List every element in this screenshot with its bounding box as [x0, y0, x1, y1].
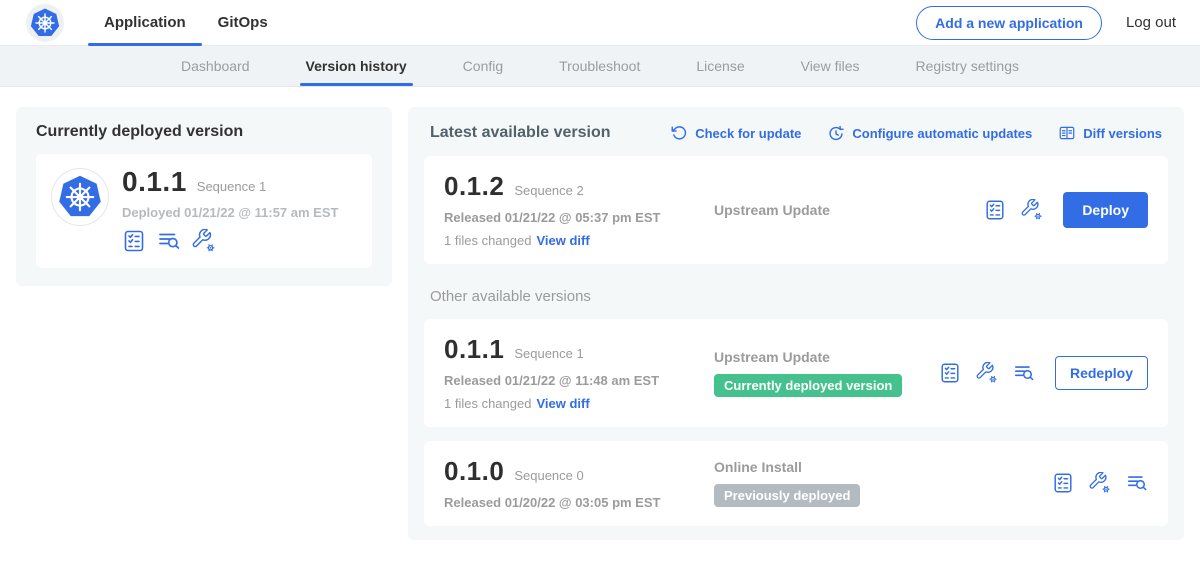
deployed-app-logo	[52, 169, 108, 225]
released-timestamp: Released 01/21/22 @ 05:37 pm EST	[444, 210, 696, 225]
add-application-button[interactable]: Add a new application	[916, 6, 1102, 40]
release-notes-checklist-icon[interactable]	[939, 362, 961, 384]
logout-link[interactable]: Log out	[1126, 14, 1176, 31]
tab-application-label: Application	[104, 14, 186, 31]
subnav-registry-settings[interactable]: Registry settings	[888, 46, 1047, 86]
kubernetes-logo-icon	[28, 6, 62, 40]
version-source-label: Upstream Update	[714, 349, 929, 365]
files-changed-label: 1 files changed	[444, 396, 531, 411]
release-notes-checklist-icon[interactable]	[984, 199, 1006, 221]
version-number: 0.1.1	[444, 335, 504, 365]
currently-deployed-badge: Currently deployed version	[714, 374, 902, 397]
app-subnav: Dashboard Version history Config Trouble…	[0, 46, 1200, 87]
view-files-search-icon[interactable]	[1126, 472, 1148, 494]
version-row-0-1-0: 0.1.0 Sequence 0 Released 01/20/22 @ 03:…	[424, 441, 1168, 526]
release-notes-checklist-icon[interactable]	[1052, 472, 1074, 494]
config-wrench-gear-icon[interactable]	[1021, 199, 1043, 221]
other-versions-title: Other available versions	[430, 288, 1162, 305]
version-number: 0.1.0	[444, 457, 504, 487]
app-logo	[26, 4, 64, 42]
view-diff-link[interactable]: View diff	[536, 396, 589, 411]
deployed-actions	[122, 229, 338, 253]
schedule-update-icon	[827, 124, 845, 142]
diff-versions-link[interactable]: Diff versions	[1058, 124, 1162, 142]
subnav-registry-settings-label: Registry settings	[916, 58, 1019, 74]
latest-version-title: Latest available version	[430, 124, 611, 142]
deployed-timestamp: Deployed 01/21/22 @ 11:57 am EST	[122, 205, 338, 220]
sequence-label: Sequence 1	[514, 346, 583, 361]
view-files-search-icon[interactable]	[157, 229, 181, 253]
subnav-dashboard-label: Dashboard	[181, 58, 250, 74]
deployed-version-card: 0.1.1 Sequence 1 Deployed 01/21/22 @ 11:…	[36, 154, 372, 268]
version-source-label: Upstream Update	[714, 202, 974, 218]
sequence-label: Sequence 0	[514, 468, 583, 483]
configure-automatic-updates-link[interactable]: Configure automatic updates	[827, 124, 1032, 142]
subnav-version-history-label: Version history	[306, 58, 407, 74]
deploy-button[interactable]: Deploy	[1063, 192, 1148, 228]
tab-application[interactable]: Application	[88, 0, 202, 46]
release-notes-checklist-icon[interactable]	[122, 229, 146, 253]
diff-columns-icon	[1058, 124, 1076, 142]
redeploy-button[interactable]: Redeploy	[1055, 356, 1148, 390]
config-wrench-gear-icon[interactable]	[976, 362, 998, 384]
panel-actions: Check for update Configure automatic upd…	[670, 124, 1162, 142]
released-timestamp: Released 01/21/22 @ 11:48 am EST	[444, 373, 696, 388]
currently-deployed-panel: Currently deployed version 0.1.1 Sequenc…	[16, 107, 392, 286]
top-header: Application GitOps Add a new application…	[0, 0, 1200, 46]
header-tabs: Application GitOps	[88, 0, 284, 46]
subnav-license-label: License	[696, 58, 744, 74]
sequence-label: Sequence 2	[514, 183, 583, 198]
subnav-troubleshoot[interactable]: Troubleshoot	[531, 46, 668, 86]
kubernetes-logo-icon	[55, 172, 105, 222]
check-for-update-link[interactable]: Check for update	[670, 124, 801, 142]
currently-deployed-title: Currently deployed version	[36, 123, 372, 141]
subnav-dashboard[interactable]: Dashboard	[153, 46, 278, 86]
subnav-version-history[interactable]: Version history	[278, 46, 435, 86]
subnav-config[interactable]: Config	[435, 46, 531, 86]
tab-gitops-label: GitOps	[218, 14, 268, 31]
config-wrench-gear-icon[interactable]	[192, 229, 216, 253]
main-content: Currently deployed version 0.1.1 Sequenc…	[0, 87, 1200, 560]
subnav-config-label: Config	[463, 58, 503, 74]
diff-versions-label: Diff versions	[1083, 126, 1162, 141]
files-changed-label: 1 files changed	[444, 233, 531, 248]
subnav-view-files-label: View files	[801, 58, 860, 74]
released-timestamp: Released 01/20/22 @ 03:05 pm EST	[444, 495, 696, 510]
version-history-panel: Latest available version Check for updat…	[408, 107, 1184, 540]
version-row-0-1-2: 0.1.2 Sequence 2 Released 01/21/22 @ 05:…	[424, 156, 1168, 264]
latest-version-header: Latest available version Check for updat…	[424, 122, 1168, 142]
subnav-view-files[interactable]: View files	[773, 46, 888, 86]
version-number: 0.1.2	[444, 172, 504, 202]
tab-gitops[interactable]: GitOps	[202, 0, 284, 46]
version-row-0-1-1: 0.1.1 Sequence 1 Released 01/21/22 @ 11:…	[424, 319, 1168, 427]
deployed-version-number: 0.1.1	[122, 167, 187, 198]
previously-deployed-badge: Previously deployed	[714, 484, 860, 507]
view-diff-link[interactable]: View diff	[536, 233, 589, 248]
check-for-update-label: Check for update	[695, 126, 801, 141]
view-files-search-icon[interactable]	[1013, 362, 1035, 384]
header-right: Add a new application Log out	[916, 6, 1176, 40]
refresh-icon	[670, 124, 688, 142]
subnav-troubleshoot-label: Troubleshoot	[559, 58, 640, 74]
configure-automatic-updates-label: Configure automatic updates	[852, 126, 1032, 141]
subnav-license[interactable]: License	[668, 46, 772, 86]
config-wrench-gear-icon[interactable]	[1089, 472, 1111, 494]
version-source-label: Online Install	[714, 459, 1042, 475]
deployed-sequence-label: Sequence 1	[197, 179, 266, 194]
